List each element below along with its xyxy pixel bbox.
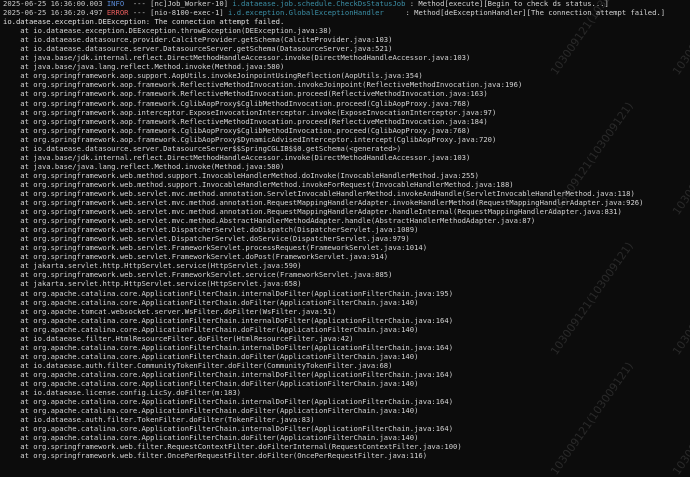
stack-frame: at org.apache.catalina.core.ApplicationF… <box>3 433 419 443</box>
log-separator: --- <box>132 0 146 8</box>
stack-frame: at org.springframework.aop.interceptor.E… <box>3 107 497 117</box>
stack-frame: at org.springframework.web.method.suppor… <box>3 179 514 189</box>
stack-frame: at org.springframework.web.servlet.mvc.m… <box>3 216 536 226</box>
stack-frame: at io.dataease.license.config.LicSy.doFi… <box>3 388 241 398</box>
stack-frame: at org.apache.catalina.core.ApplicationF… <box>3 406 419 416</box>
stack-frame: at io.dataease.datasource.provider.Calci… <box>3 35 393 45</box>
stack-frame: at org.springframework.aop.framework.Cgl… <box>3 98 471 108</box>
log-message: : Method[execute][Begin to check ds stat… <box>409 0 609 8</box>
stack-frame: at io.dataease.auth.filter.CommunityToke… <box>3 360 393 370</box>
stack-frame: at org.apache.catalina.core.ApplicationF… <box>3 324 419 334</box>
log-separator: --- <box>132 8 146 18</box>
log-line-info: 2025-06-25 16:36:00.003 INFO --- [nc]Job… <box>3 0 690 8</box>
stack-frame: at org.springframework.web.servlet.mvc.m… <box>3 198 644 208</box>
stack-frame: at io.dataease.auth.filter.TokenFilter.d… <box>3 415 315 425</box>
stack-frame: at org.springframework.web.servlet.Dispa… <box>3 234 410 244</box>
log-message: : Method[deExceptionHandler][The connect… <box>405 8 666 18</box>
log-logger: i.d.exception.GlobalExceptionHandler <box>228 8 384 18</box>
stack-frame: at org.apache.catalina.core.ApplicationF… <box>3 315 454 325</box>
stack-frame: at org.springframework.web.filter.Reques… <box>3 442 462 452</box>
stack-frame: at java.base/java.lang.reflect.Method.in… <box>3 161 285 171</box>
stack-frame: at org.apache.catalina.core.ApplicationF… <box>3 424 454 434</box>
log-timestamp: 2025-06-25 16:36:00.003 <box>3 0 103 8</box>
log-timestamp: 2025-06-25 16:36:20.497 <box>3 8 103 18</box>
stack-frame: at jakarta.servlet.http.HttpServlet.serv… <box>3 279 302 289</box>
stack-frame: at org.apache.catalina.core.ApplicationF… <box>3 397 454 407</box>
stack-frame: at org.springframework.web.servlet.mvc.m… <box>3 188 635 198</box>
stack-frame: at org.apache.catalina.core.ApplicationF… <box>3 342 454 352</box>
stack-frame: at java.base/jdk.internal.reflect.Direct… <box>3 152 471 162</box>
stack-frame: at jakarta.servlet.http.HttpServlet.serv… <box>3 261 302 271</box>
stack-frame: at org.apache.catalina.core.ApplicationF… <box>3 288 454 298</box>
stack-frame: at org.springframework.web.method.suppor… <box>3 170 479 180</box>
log-logger: i.dataease.job.schedule.CheckDsStatusJob <box>232 0 406 8</box>
stack-frame: at org.apache.tomcat.websocket.server.Ws… <box>3 306 337 316</box>
stack-frame: at org.apache.catalina.core.ApplicationF… <box>3 369 454 379</box>
stack-frame: at org.springframework.aop.framework.Ref… <box>3 80 523 90</box>
stack-frame: at io.dataease.filter.HtmlResourceFilter… <box>3 333 354 343</box>
stack-frame: at org.apache.catalina.core.ApplicationF… <box>3 351 419 361</box>
log-level-info: INFO <box>106 0 125 8</box>
log-line-error: 2025-06-25 16:36:20.497 ERROR --- [nio-8… <box>3 8 690 17</box>
stack-frame: at org.springframework.web.servlet.Frame… <box>3 243 428 253</box>
stack-frame: at org.springframework.aop.support.AopUt… <box>3 71 423 81</box>
stack-trace: at io.dataease.exception.DEException.thr… <box>3 26 690 460</box>
stack-frame: at io.dataease.datasource.server.Datasou… <box>3 143 402 153</box>
console-output[interactable]: 2025-06-25 16:36:00.003 INFO --- [nc]Job… <box>0 0 690 470</box>
stack-frame: at org.springframework.aop.framework.Ref… <box>3 89 488 99</box>
exception-message: io.dataease.exception.DEException: The c… <box>3 17 285 27</box>
stack-frame: at org.springframework.web.servlet.Dispa… <box>3 225 419 235</box>
stack-frame: at io.dataease.exception.DEException.thr… <box>3 26 332 36</box>
stack-frame: at org.apache.catalina.core.ApplicationF… <box>3 378 419 388</box>
stack-frame: at java.base/jdk.internal.reflect.Direct… <box>3 53 471 63</box>
stack-frame: at org.springframework.web.filter.OncePe… <box>3 451 428 461</box>
log-level-error: ERROR <box>106 8 129 18</box>
stack-frame: at org.springframework.web.servlet.Frame… <box>3 252 389 262</box>
stack-frame: at org.springframework.web.servlet.mvc.m… <box>3 207 622 217</box>
stack-frame: at org.springframework.web.servlet.Frame… <box>3 270 393 280</box>
stack-frame: at io.dataease.datasource.server.Datasou… <box>3 44 393 54</box>
log-thread: [nio-8100-exec-1] <box>150 8 224 18</box>
stack-frame: at java.base/java.lang.reflect.Method.in… <box>3 62 285 72</box>
stack-frame: at org.springframework.aop.framework.Cgl… <box>3 134 497 144</box>
log-thread: [nc]Job_Worker-10] <box>150 0 229 8</box>
stack-frame: at org.apache.catalina.core.ApplicationF… <box>3 297 419 307</box>
stack-frame: at org.springframework.aop.framework.Cgl… <box>3 125 471 135</box>
stack-frame: at org.springframework.aop.framework.Ref… <box>3 116 488 126</box>
